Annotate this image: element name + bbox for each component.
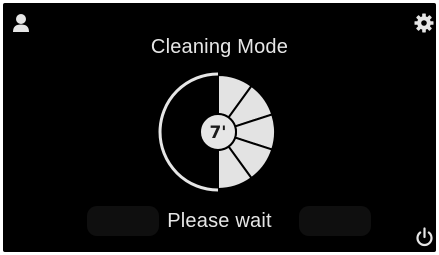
cleaning-timer-dial: 7' <box>156 70 280 194</box>
display-panel: Cleaning Mode 7' Please wait <box>3 3 436 252</box>
gear-icon[interactable] <box>414 13 434 33</box>
screen-title: Cleaning Mode <box>150 36 289 58</box>
status-message: Please wait <box>167 210 272 232</box>
cleaning-mode-screen: Cleaning Mode 7' Please wait <box>0 0 439 255</box>
timer-value: 7' <box>209 123 226 143</box>
power-icon[interactable] <box>415 227 434 247</box>
user-icon[interactable] <box>12 13 30 33</box>
